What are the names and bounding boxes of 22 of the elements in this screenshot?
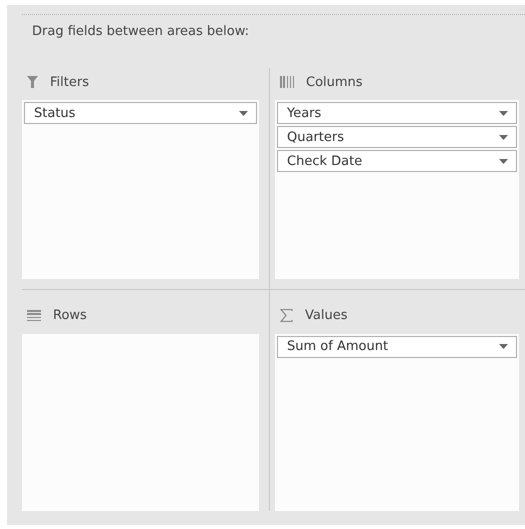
- area-heading: Rows: [53, 308, 87, 323]
- filter-icon: [27, 76, 38, 88]
- dropdown-caret-icon: [499, 134, 508, 140]
- dropdown-caret-icon: [499, 110, 508, 116]
- field-chip[interactable]: Quarters: [277, 126, 517, 148]
- drop-area[interactable]: Status: [22, 100, 259, 278]
- field-chip[interactable]: Status: [24, 102, 257, 124]
- area-heading: Filters: [50, 74, 89, 90]
- rows-icon: [27, 310, 41, 322]
- area-heading: Columns: [306, 74, 363, 90]
- instruction-text: Drag fields between areas below:: [32, 24, 250, 41]
- columns-icon: [280, 76, 294, 88]
- drop-area[interactable]: Years Quarters Check Date: [275, 100, 519, 278]
- field-chip[interactable]: Check Date: [277, 150, 517, 172]
- drop-area[interactable]: Sum of Amount: [275, 334, 519, 511]
- field-chip[interactable]: Sum of Amount: [277, 336, 517, 358]
- dropdown-caret-icon: [499, 344, 508, 349]
- sigma-icon: [280, 309, 293, 322]
- dropdown-caret-icon: [499, 158, 508, 164]
- field-chip[interactable]: Years: [277, 102, 517, 124]
- dropdown-caret-icon: [239, 110, 248, 116]
- area-heading: Values: [305, 308, 348, 323]
